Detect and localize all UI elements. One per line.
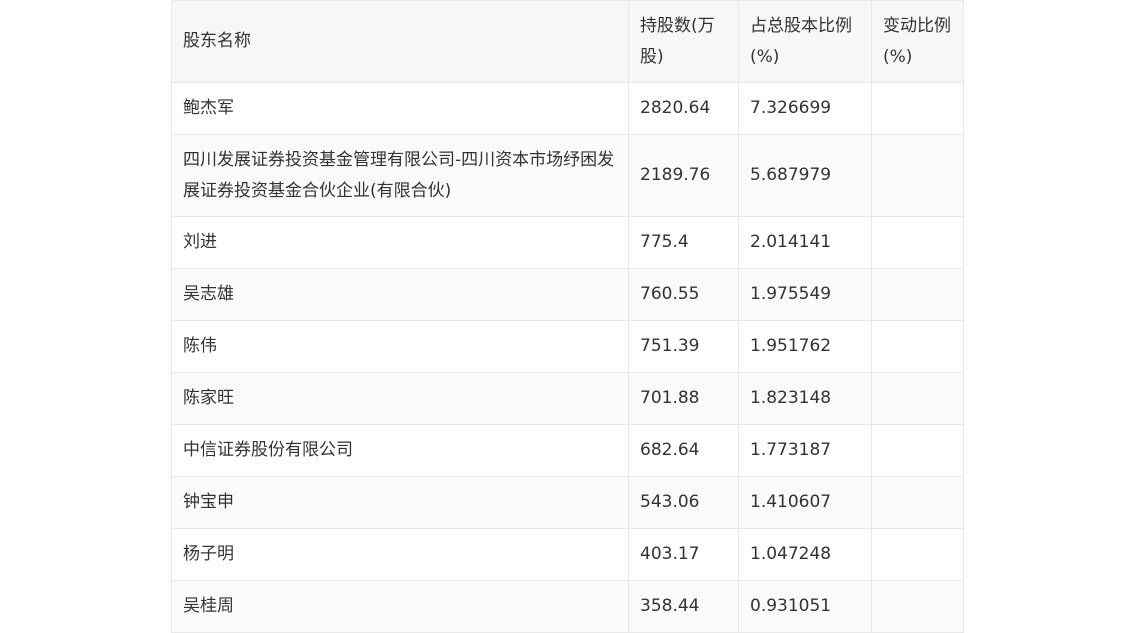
cell-share-ratio: 1.975549 <box>738 268 872 321</box>
cell-change-ratio <box>871 216 964 269</box>
cell-change-ratio <box>871 528 964 581</box>
header-shares-held: 持股数(万股) <box>628 0 739 83</box>
cell-share-ratio: 1.047248 <box>738 528 872 581</box>
cell-share-ratio: 1.410607 <box>738 476 872 529</box>
cell-shares-held: 682.64 <box>628 424 739 477</box>
table-body: 鲍杰军 2820.64 7.326699 四川发展证券投资基金管理有限公司-四川… <box>171 82 964 633</box>
cell-shareholder-name: 刘进 <box>171 216 629 269</box>
table-row: 鲍杰军 2820.64 7.326699 <box>171 82 964 135</box>
cell-shares-held: 358.44 <box>628 580 739 633</box>
cell-shareholder-name: 鲍杰军 <box>171 82 629 135</box>
cell-shares-held: 775.4 <box>628 216 739 269</box>
cell-change-ratio <box>871 580 964 633</box>
cell-shareholder-name: 钟宝申 <box>171 476 629 529</box>
cell-shareholder-name: 四川发展证券投资基金管理有限公司-四川资本市场纾困发展证券投资基金合伙企业(有限… <box>171 134 629 217</box>
table-row: 陈家旺 701.88 1.823148 <box>171 372 964 425</box>
cell-shares-held: 543.06 <box>628 476 739 529</box>
cell-share-ratio: 5.687979 <box>738 134 872 217</box>
header-row: 股东名称 持股数(万股) 占总股本比例(%) 变动比例(%) <box>171 0 964 83</box>
cell-change-ratio <box>871 320 964 373</box>
cell-change-ratio <box>871 82 964 135</box>
table-row: 四川发展证券投资基金管理有限公司-四川资本市场纾困发展证券投资基金合伙企业(有限… <box>171 134 964 217</box>
table-row: 刘进 775.4 2.014141 <box>171 216 964 269</box>
table-row: 吴志雄 760.55 1.975549 <box>171 268 964 321</box>
cell-shares-held: 760.55 <box>628 268 739 321</box>
cell-share-ratio: 0.931051 <box>738 580 872 633</box>
cell-change-ratio <box>871 134 964 217</box>
cell-share-ratio: 1.773187 <box>738 424 872 477</box>
cell-change-ratio <box>871 424 964 477</box>
cell-change-ratio <box>871 476 964 529</box>
cell-shareholder-name: 中信证券股份有限公司 <box>171 424 629 477</box>
cell-change-ratio <box>871 372 964 425</box>
cell-share-ratio: 7.326699 <box>738 82 872 135</box>
cell-shareholder-name: 陈伟 <box>171 320 629 373</box>
table-header: 股东名称 持股数(万股) 占总股本比例(%) 变动比例(%) <box>171 0 964 83</box>
cell-share-ratio: 1.951762 <box>738 320 872 373</box>
cell-shares-held: 751.39 <box>628 320 739 373</box>
table-row: 陈伟 751.39 1.951762 <box>171 320 964 373</box>
cell-shareholder-name: 陈家旺 <box>171 372 629 425</box>
cell-shareholder-name: 杨子明 <box>171 528 629 581</box>
table-row: 中信证券股份有限公司 682.64 1.773187 <box>171 424 964 477</box>
header-share-ratio: 占总股本比例(%) <box>738 0 872 83</box>
cell-shareholder-name: 吴志雄 <box>171 268 629 321</box>
table-row: 杨子明 403.17 1.047248 <box>171 528 964 581</box>
cell-shares-held: 403.17 <box>628 528 739 581</box>
cell-shares-held: 2189.76 <box>628 134 739 217</box>
table-row: 吴桂周 358.44 0.931051 <box>171 580 964 633</box>
header-change-ratio: 变动比例(%) <box>871 0 964 83</box>
shareholder-table-container: 股东名称 持股数(万股) 占总股本比例(%) 变动比例(%) 鲍杰军 2820.… <box>171 0 964 633</box>
cell-shares-held: 701.88 <box>628 372 739 425</box>
cell-share-ratio: 2.014141 <box>738 216 872 269</box>
cell-shares-held: 2820.64 <box>628 82 739 135</box>
shareholder-table: 股东名称 持股数(万股) 占总股本比例(%) 变动比例(%) 鲍杰军 2820.… <box>171 0 964 633</box>
cell-change-ratio <box>871 268 964 321</box>
table-row: 钟宝申 543.06 1.410607 <box>171 476 964 529</box>
cell-shareholder-name: 吴桂周 <box>171 580 629 633</box>
header-shareholder-name: 股东名称 <box>171 0 629 83</box>
cell-share-ratio: 1.823148 <box>738 372 872 425</box>
